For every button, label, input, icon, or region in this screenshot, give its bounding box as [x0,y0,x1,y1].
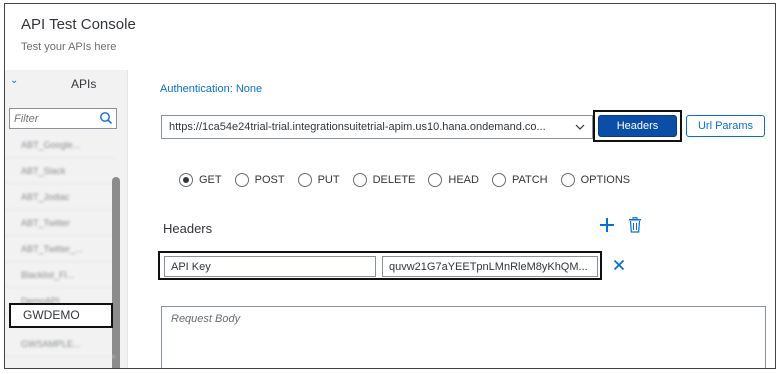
api-list-item[interactable]: ABT_Twitter [5,210,115,236]
method-option-head[interactable]: HEAD [428,173,479,187]
app-subtitle: Test your APIs here [21,41,117,53]
radio-button[interactable] [179,173,193,187]
trash-icon[interactable] [628,217,642,233]
radio-button[interactable] [234,173,249,187]
api-list-item[interactable]: GWSAMPLE... [5,331,115,357]
url-select[interactable]: https://1ca54e24trial-trial.integrations… [161,115,593,139]
method-option-options[interactable]: OPTIONS [560,173,631,187]
url-params-button[interactable]: Url Params [686,115,765,137]
method-label: OPTIONS [580,174,631,186]
header-row: API Key quvw21G7aYEETpnLMnRleM8yKhQM... [158,251,602,280]
close-icon[interactable] [613,259,625,271]
method-label: PATCH [511,174,548,186]
headers-button-highlight: Headers [593,110,682,142]
app-title: API Test Console [21,16,136,33]
url-value: https://1ca54e24trial-trial.integrations… [169,121,546,133]
api-list-item[interactable]: ABT_Jodiac [5,184,115,210]
api-list-item[interactable]: ABT_Twitter_... [5,236,115,262]
radio-button[interactable] [352,173,367,187]
method-label: HEAD [448,174,479,186]
search-icon[interactable] [99,111,113,125]
method-option-delete[interactable]: DELETE [352,173,416,187]
radio-button[interactable] [491,173,506,187]
apis-section-header[interactable]: ⌄ APIs [5,70,128,98]
api-list: ABT_Google... ABT_Slack ABT_Jodiac ABT_T… [5,132,115,314]
method-option-put[interactable]: PUT [297,173,340,187]
headers-button[interactable]: Headers [598,115,677,137]
method-label: POST [254,174,285,186]
headers-section-title: Headers [163,221,213,236]
api-list-item[interactable]: ABT_Slack [5,158,115,184]
api-list-item[interactable]: ABT_Google... [5,132,115,158]
method-option-get[interactable]: GET [179,173,222,187]
filter-input[interactable] [10,109,90,129]
method-option-patch[interactable]: PATCH [491,173,548,187]
request-body-textarea[interactable]: Request Body [161,306,766,368]
radio-button[interactable] [428,173,443,187]
api-list-item[interactable]: Blacklist_Fl... [5,262,115,288]
authentication-link[interactable]: Authentication: None [160,83,262,95]
filter-field[interactable] [9,108,117,129]
api-list-item-selected[interactable]: GWDEMO [9,303,113,328]
header-value-input[interactable]: quvw21G7aYEETpnLMnRleM8yKhQM... [382,256,598,277]
radio-button[interactable] [560,173,575,187]
chevron-down-icon[interactable]: ⌄ [10,75,18,86]
method-label: DELETE [372,174,416,186]
chevron-down-icon[interactable] [574,121,586,133]
method-label: GET [199,174,222,186]
radio-button[interactable] [297,173,312,187]
api-test-console-window: API Test Console Test your APIs here ⌄ A… [4,3,776,369]
method-option-post[interactable]: POST [234,173,285,187]
add-icon[interactable] [599,217,615,233]
request-body-placeholder: Request Body [171,313,241,325]
apis-header-label: APIs [71,77,97,91]
http-method-radio-group: GET POST PUT DELETE HEAD PATCH OPTIONS [179,173,643,187]
method-label: PUT [317,174,340,186]
header-key-input[interactable]: API Key [164,256,376,277]
